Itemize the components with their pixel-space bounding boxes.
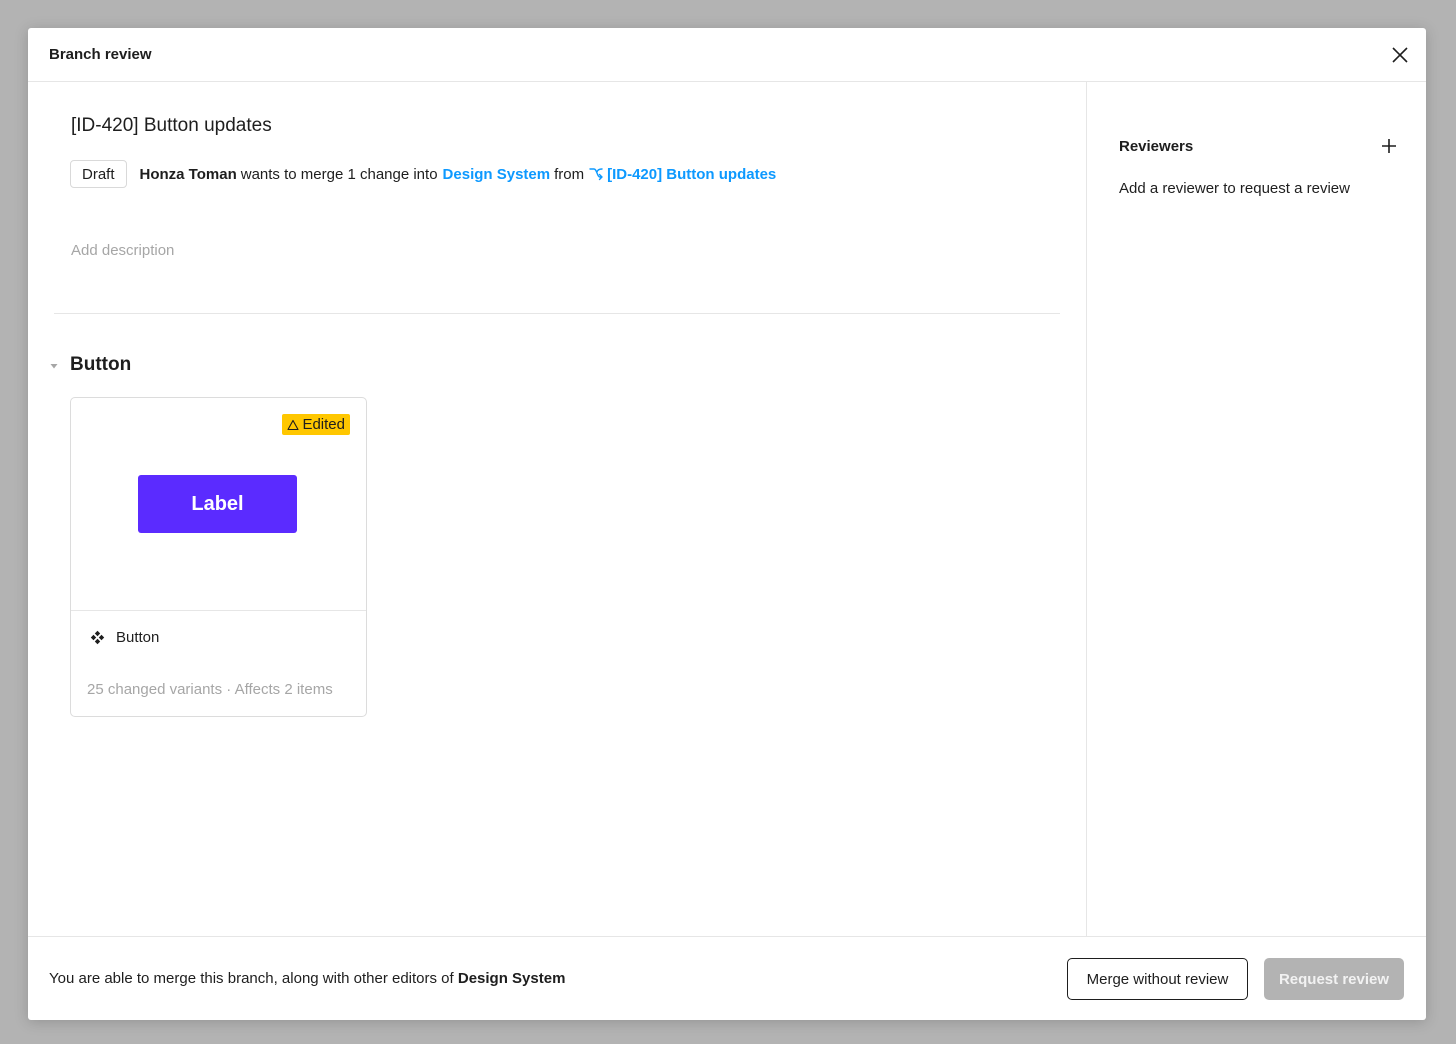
- reviewers-title: Reviewers: [1119, 138, 1194, 155]
- edited-badge-label: Edited: [302, 416, 345, 433]
- divider: [54, 313, 1060, 314]
- section-title: Button: [70, 354, 132, 375]
- source-branch-link[interactable]: [ID-420] Button updates: [607, 166, 776, 183]
- modal-title: Branch review: [49, 46, 152, 63]
- component-icon: [90, 630, 105, 645]
- card-stats: 25 changed variants · Affects 2 items: [87, 681, 333, 698]
- card-preview: Edited Label: [71, 398, 366, 611]
- main-pane: [ID-420] Button updates Draft Honza Toma…: [28, 82, 1086, 936]
- chevron-down-icon: [50, 364, 58, 369]
- from-text: from: [554, 165, 585, 183]
- branch-icon: [588, 166, 604, 182]
- author-name: Honza Toman: [139, 165, 237, 183]
- edited-badge: Edited: [282, 414, 350, 435]
- footer-text: You are able to merge this branch, along…: [49, 970, 565, 987]
- target-file-link[interactable]: Design System: [443, 166, 551, 183]
- branch-title: [ID-420] Button updates: [71, 115, 272, 136]
- footer-text-prefix: You are able to merge this branch, along…: [49, 970, 454, 987]
- close-icon: [1392, 47, 1408, 63]
- status-badge: Draft: [70, 160, 127, 188]
- branch-meta: Draft Honza Toman wants to merge 1 chang…: [70, 160, 776, 188]
- reviewers-panel: Reviewers Add a reviewer to request a re…: [1086, 82, 1426, 936]
- section-toggle[interactable]: [48, 360, 60, 372]
- warning-icon: [287, 419, 300, 430]
- preview-button: Label: [138, 475, 297, 533]
- component-card[interactable]: Edited Label Button 25 changed variants …: [70, 397, 367, 717]
- request-review-button[interactable]: Request review: [1264, 958, 1404, 1000]
- reviewers-hint: Add a reviewer to request a review: [1119, 180, 1350, 197]
- description-input[interactable]: Add description: [71, 242, 174, 259]
- component-name: Button: [116, 629, 160, 646]
- modal-header: Branch review: [28, 28, 1426, 82]
- close-button[interactable]: [1390, 45, 1410, 65]
- merge-text: wants to merge 1 change into: [240, 165, 438, 183]
- plus-icon: [1382, 139, 1396, 153]
- branch-review-modal: Branch review [ID-420] Button updates Dr…: [28, 28, 1426, 1020]
- modal-footer: You are able to merge this branch, along…: [28, 936, 1426, 1020]
- merge-without-review-button[interactable]: Merge without review: [1067, 958, 1248, 1000]
- add-reviewer-button[interactable]: [1380, 137, 1398, 155]
- footer-file-name: Design System: [457, 970, 566, 987]
